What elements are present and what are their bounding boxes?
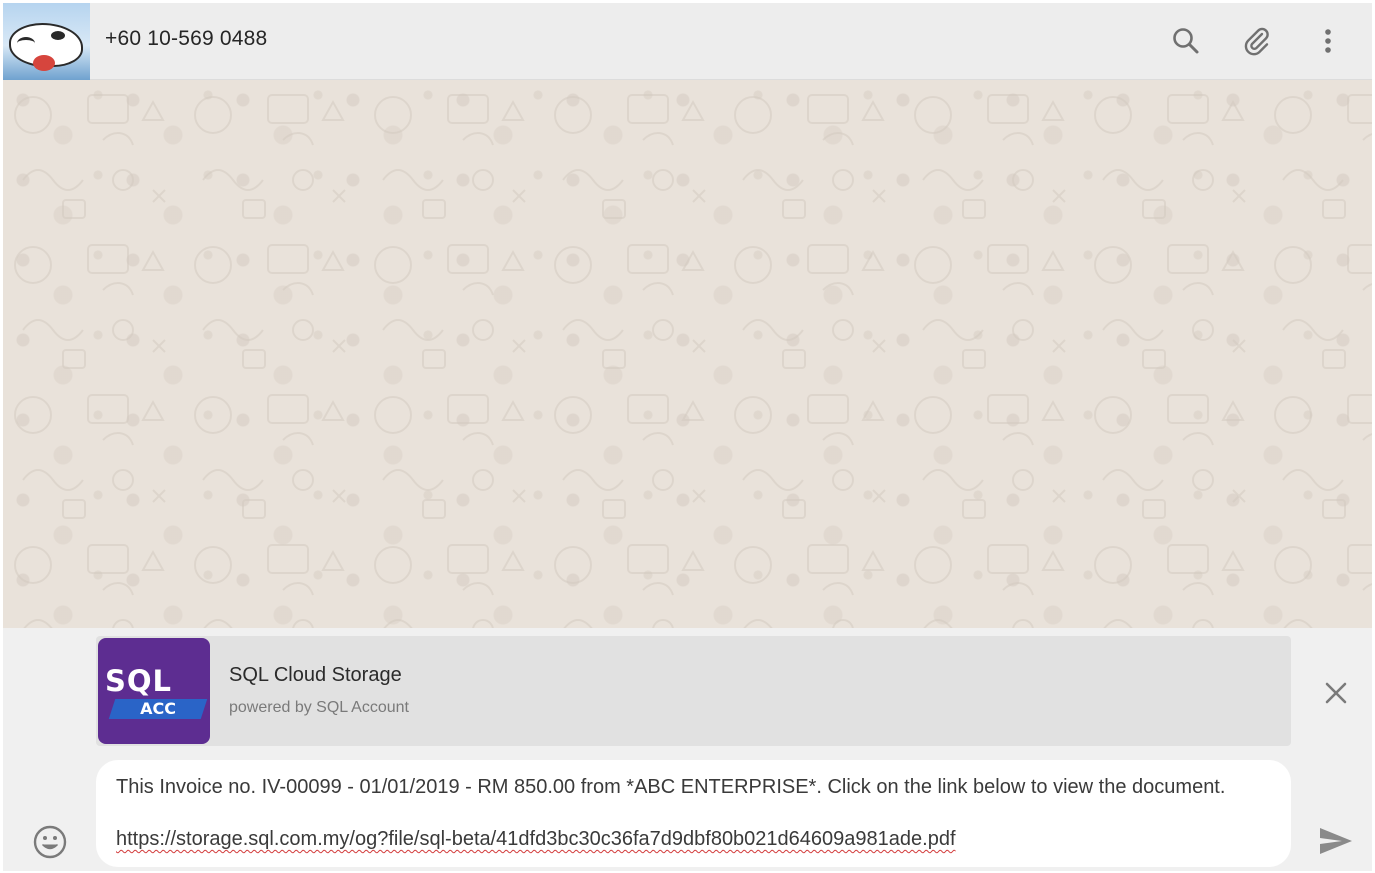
logo-text-sql: SQL: [105, 664, 173, 698]
whatsapp-web-window: +60 10-569 0488 SQL ACC SQL Cloud Storag…: [3, 3, 1372, 871]
preview-subtitle: powered by SQL Account: [229, 699, 409, 716]
more-vertical-icon[interactable]: [1312, 25, 1344, 57]
composer-area: SQL ACC SQL Cloud Storage powered by SQL…: [3, 628, 1372, 871]
doodle-pattern: [3, 80, 1372, 628]
contact-name[interactable]: +60 10-569 0488: [105, 27, 267, 51]
chat-background: [3, 80, 1372, 628]
send-icon[interactable]: [1318, 825, 1354, 857]
message-text-line1[interactable]: This Invoice no. IV-00099 - 01/01/2019 -…: [116, 776, 1225, 799]
search-icon[interactable]: [1170, 25, 1202, 57]
sql-acc-logo: SQL ACC: [98, 638, 210, 744]
link-preview[interactable]: SQL ACC SQL Cloud Storage powered by SQL…: [96, 636, 1291, 746]
message-text-link[interactable]: https://storage.sql.com.my/og?file/sql-b…: [116, 828, 956, 851]
message-input[interactable]: This Invoice no. IV-00099 - 01/01/2019 -…: [96, 760, 1291, 867]
paperclip-icon[interactable]: [1241, 25, 1273, 57]
logo-text-acc: ACC: [140, 699, 176, 718]
close-icon[interactable]: [1323, 680, 1349, 706]
emoji-icon[interactable]: [32, 824, 68, 860]
chat-header: +60 10-569 0488: [3, 3, 1372, 80]
avatar[interactable]: [3, 3, 90, 80]
preview-title: SQL Cloud Storage: [229, 664, 402, 686]
